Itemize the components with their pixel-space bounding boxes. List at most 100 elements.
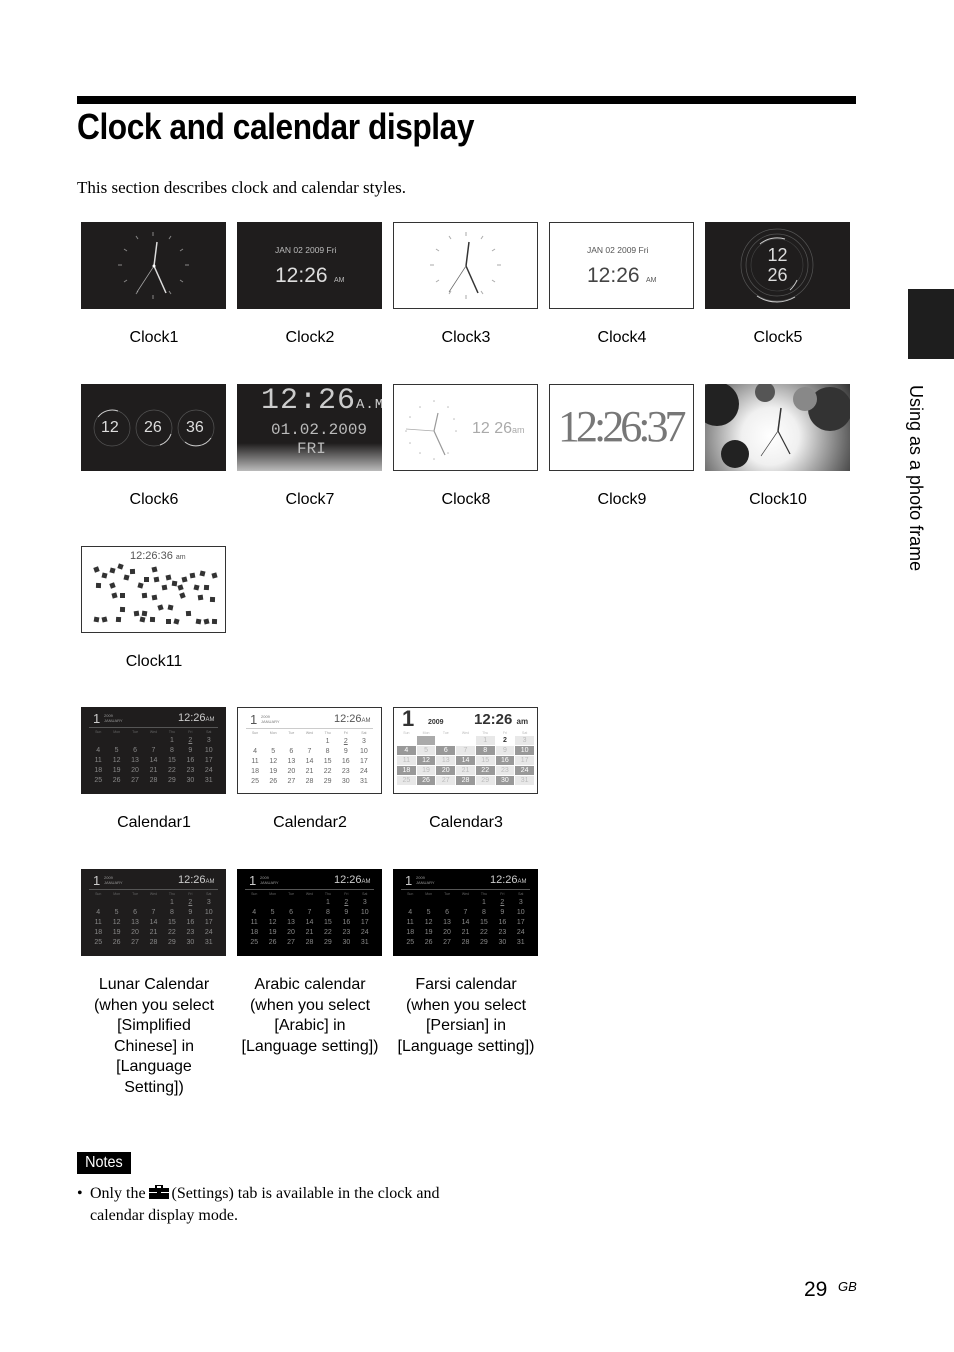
calendar-day: 11 [251,758,259,765]
clock6-caption: Clock6 [129,491,179,508]
calendar-day: 20 [287,929,295,936]
calendar-day: 3 [518,899,523,906]
calendar-day: 5 [114,909,119,916]
calendar-day: 20 [131,767,139,774]
calendar-day: 22 [168,767,176,774]
calendar-day: 2 [344,899,349,906]
calendar-day [107,737,125,744]
calendar-day: 31 [204,939,213,946]
calendar-day: 27 [436,776,456,785]
clock11-caption: Clock11 [125,653,183,670]
calendar-day: 19 [269,768,278,775]
farsi-divider [401,889,530,890]
calendar-day: 27 [443,939,451,946]
number-tile [171,580,178,587]
lunar-divider [89,889,218,890]
calendar-day: 16 [342,919,351,926]
calendar-day: 8 [481,909,486,916]
calendar-day: 23 [341,768,350,775]
clock4-thumbnail: JAN 02 2009 Fri 12:26 AM [549,222,694,309]
calendar-day: 25 [94,939,103,946]
calendar-day: 26 [269,778,278,785]
calendar-day [89,899,107,906]
weekday-header: Thu [324,731,331,735]
calendar2-time-digits: 12:26 [334,713,362,725]
calendar2-caption: Calendar2 [273,814,347,831]
calendar-day: 21 [305,768,314,775]
weekday-header: Sun [95,892,102,896]
calendar3-year: 2009 [428,719,444,726]
calendar-day: 12 [269,758,278,765]
note-item: • Only the (Settings) tab is available in… [77,1183,467,1227]
calendar1-thumbnail: 1 2009 JANUARY 12:26AM Sun Mon Tue Wed Thu Fri… [81,707,226,794]
calendar-day: 25 [250,939,259,946]
clock5-thumbnail: 12 26 [705,222,850,309]
calendar2-thumbnail: 1 2009 JANUARY 12:26AM Sun Mon Tue Wed Thu Fri… [237,707,382,794]
number-tile [119,606,126,613]
number-tile [195,618,202,625]
calendar-day: 23 [186,929,195,936]
weekday-header: Wed [461,731,470,735]
calendar-day: 11 [94,757,102,764]
calendar-day: 27 [131,777,139,784]
arabic-ampm: AM [361,879,371,885]
calendar-day: 15 [323,758,332,765]
weekday-header: Tue [132,730,139,734]
calendar3-month-number: 1 [402,707,415,731]
calendar-day: 1 [169,737,174,744]
calendar-day: 24 [204,929,213,936]
page-region-code: GB [838,1279,857,1294]
calendar-day: 4 [253,748,258,755]
calendar-day [107,899,125,906]
number-tile [137,582,144,589]
number-tile [149,616,156,623]
calendar-day: 2 [343,738,348,745]
number-tile [101,616,108,623]
weekday-header: Fri [502,731,507,735]
clock8-thumbnail: 12 26am [393,384,538,471]
arabic-year-month: 2009 JANUARY [260,875,279,885]
calendar-day: 26 [416,776,436,785]
calendar-day: 31 [360,778,368,785]
number-tile [167,604,174,611]
calendar-day: 14 [461,919,470,926]
weekday-header: Mon [113,892,121,896]
clock9-thumbnail: 12:26:37 [549,384,694,471]
number-tile [165,574,172,581]
weekday-header: Fri [343,731,348,735]
calendar-day: 17 [515,756,534,765]
caption-line: [Persian] in [425,1017,507,1034]
calendar2-ampm: AM [361,718,371,724]
farsi-time: 12:26AM [490,874,527,886]
calendar-day: 13 [131,757,139,764]
calendar-day: 29 [168,777,176,784]
calendar-day: 14 [456,756,475,765]
weekday-header: Thu [168,892,175,896]
calendar-day: 13 [287,758,296,765]
clock11-thumbnail: 12:26:36 am [81,546,226,633]
calendar-day: 12 [268,919,277,926]
calendar-day: 19 [112,929,121,936]
calendar-day: 15 [324,919,332,926]
calendar-day: 10 [204,747,213,754]
clock7-thumbnail: 12:26A.M. 01.02.2009 FRI [237,384,382,471]
calendar-day: 8 [169,747,174,754]
calendar-day: 7 [307,909,312,916]
calendar-day: 31 [204,777,213,784]
clock8-ampm: am [512,425,525,435]
weekday-header: Sat [206,730,212,734]
clock4-date: JAN 02 2009 Fri [587,245,649,255]
calendar-day: 28 [149,777,158,784]
farsi-time-digits: 12:26 [490,874,518,886]
weekday-header: Tue [444,892,451,896]
caption-line: (when you select [93,996,215,1014]
calendar-day: 11 [406,919,414,926]
weekday-header: Fri [188,892,193,896]
calendar-day: 10 [360,748,368,755]
calendar-day: 9 [495,746,515,755]
weekday-header: Sun [251,892,258,896]
calendar-day: 21 [305,929,314,936]
calendar-day: 1 [475,736,495,745]
calendar-day: 12 [424,919,433,926]
calendar-day: 3 [206,899,211,906]
